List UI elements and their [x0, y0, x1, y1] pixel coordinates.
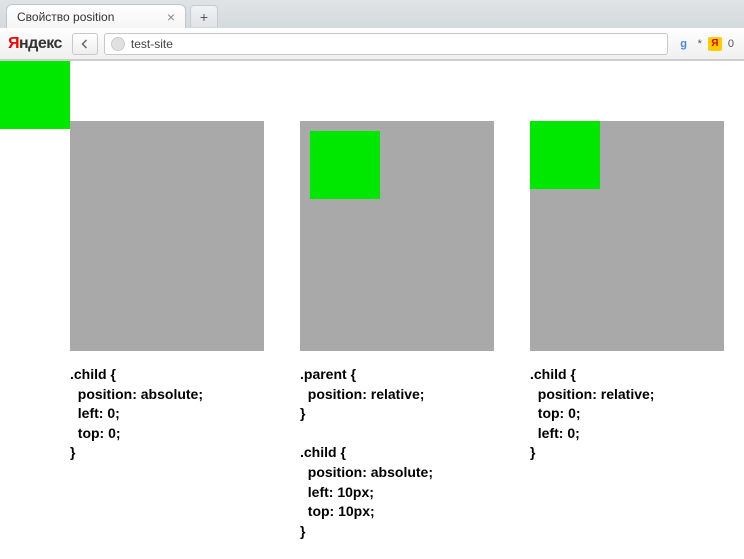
tab-bar: Свойство position × + — [0, 0, 744, 28]
example2-canvas — [300, 121, 494, 351]
example1-canvas — [70, 121, 264, 351]
page-content: .child { position: absolute; left: 0; to… — [0, 61, 744, 559]
child-box — [310, 131, 380, 199]
back-button[interactable] — [72, 33, 98, 55]
toolbar: Яндекс test-site g * Я 0 — [0, 28, 744, 60]
new-tab-button[interactable]: + — [190, 5, 218, 27]
code-block: .child { position: relative; top: 0; lef… — [530, 365, 724, 463]
browser-chrome: Свойство position × + Яндекс test-site g… — [0, 0, 744, 61]
yandex-first-letter: Я — [8, 35, 19, 52]
toolbar-extensions: g * Я 0 — [676, 36, 736, 52]
site-icon — [111, 37, 125, 51]
yandex-logo[interactable]: Яндекс — [8, 35, 62, 53]
close-icon[interactable]: × — [167, 10, 175, 24]
url-bar[interactable]: test-site — [104, 33, 668, 55]
yandex-rest: ндекс — [19, 35, 62, 52]
child-box — [530, 121, 600, 189]
browser-tab[interactable]: Свойство position × — [6, 4, 186, 28]
google-extension-icon[interactable]: g — [676, 36, 692, 52]
url-text: test-site — [131, 37, 661, 51]
ext-star: * — [698, 38, 702, 50]
example-absolute-relative-parent: .parent { position: relative; } .child {… — [300, 61, 494, 541]
plus-icon: + — [200, 10, 208, 24]
child-box — [0, 61, 70, 129]
example-absolute-no-parent: .child { position: absolute; left: 0; to… — [0, 61, 264, 541]
example-relative: .child { position: relative; top: 0; lef… — [530, 61, 724, 541]
code-block: .child { position: absolute; left: 0; to… — [70, 365, 264, 463]
ext-count: 0 — [728, 38, 734, 50]
example3-canvas — [530, 121, 724, 351]
back-arrow-icon — [79, 38, 91, 50]
yandex-extension-icon[interactable]: Я — [708, 37, 722, 51]
code-block: .parent { position: relative; } .child {… — [300, 365, 494, 541]
parent-box — [70, 121, 264, 351]
examples-row: .child { position: absolute; left: 0; to… — [0, 61, 744, 541]
tab-title: Свойство position — [17, 10, 159, 24]
